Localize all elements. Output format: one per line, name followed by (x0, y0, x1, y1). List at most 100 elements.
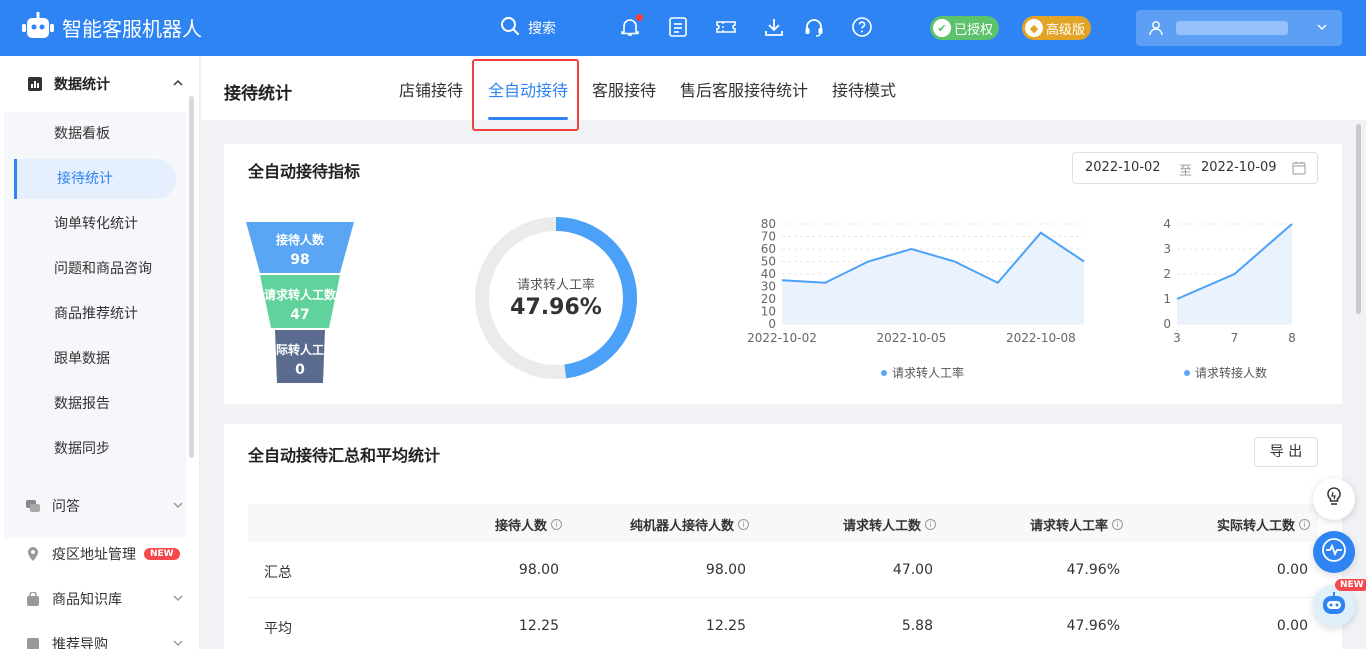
metrics-card: 全自动接待指标 2022-10-02 至 2022-10-09 接待人数 98 … (224, 144, 1342, 404)
y-tick-label: 1 (1163, 292, 1171, 306)
chat-icon (26, 499, 40, 513)
column-header: 接待人数 i (495, 515, 562, 534)
tips-button[interactable] (1313, 478, 1355, 520)
x-tick-label: 7 (1231, 331, 1239, 345)
date-separator: 至 (1179, 164, 1193, 179)
help-icon[interactable] (851, 16, 875, 40)
pulse-icon (1321, 537, 1347, 567)
sidebar-item-dashboard[interactable]: 数据看板 (4, 114, 186, 154)
sidebar-item-data-report[interactable]: 数据报告 (4, 384, 186, 424)
donut-label: 请求转人工率 (516, 278, 595, 293)
info-icon: i (925, 519, 936, 530)
guide-icon (26, 637, 40, 649)
bar-chart-icon (28, 77, 42, 91)
headset-icon[interactable] (803, 16, 827, 40)
chevron-up-icon[interactable] (172, 77, 184, 93)
shield-check-icon: ✔ (933, 19, 951, 37)
sidebar-item-follow-data[interactable]: 跟单数据 (4, 339, 186, 379)
date-range-picker[interactable]: 2022-10-02 至 2022-10-09 (1072, 152, 1318, 184)
monitor-button[interactable] (1313, 531, 1355, 573)
sidebar-item-question-product[interactable]: 问题和商品咨询 (4, 249, 186, 289)
column-header: 纯机器人接待人数 i (630, 515, 749, 534)
tier-badge[interactable]: ◆ 高级版 (1022, 16, 1092, 40)
table-row: 汇总 98.00 98.00 47.00 47.96% 0.00 (248, 542, 1318, 598)
user-menu[interactable] (1136, 10, 1342, 46)
sidebar-group-data-stats[interactable]: 数据统计 (0, 56, 186, 112)
column-header: 请求转人工数 i (843, 515, 936, 534)
y-tick-label: 50 (761, 255, 776, 269)
sidebar-item-label: 问答 (52, 499, 80, 515)
x-tick-label: 8 (1288, 331, 1296, 345)
legend-dot (881, 369, 887, 376)
sidebar-item-knowledge-base[interactable]: 商品知识库 (0, 577, 186, 621)
top-bar: 智能客服机器人 搜索 ✔ 已授权 ◆ 高级版 (0, 0, 1366, 56)
user-icon (1148, 20, 1164, 40)
page-header: 接待统计 店铺接待 全自动接待 客服接待 售后客服接待统计 接待模式 (201, 56, 1366, 131)
row-name: 汇总 (264, 565, 292, 581)
funnel-step-2: 请求转人工数 47 (244, 286, 356, 323)
y-tick-label: 20 (761, 292, 776, 306)
bag-icon (26, 591, 40, 606)
download-icon[interactable] (763, 16, 787, 40)
table-cell: 47.96% (1066, 562, 1120, 578)
sidebar-item-recommend-stats[interactable]: 商品推荐统计 (4, 294, 186, 334)
notification-dot (636, 14, 643, 21)
y-tick-label: 4 (1163, 217, 1171, 231)
lightbulb-icon (1324, 486, 1344, 512)
ticket-icon[interactable] (715, 16, 739, 40)
x-tick-label: 2022-10-08 (1006, 331, 1076, 345)
request-rate-chart: 01020304050607080 2022-10-02 2022-10-05 202… (747, 217, 1085, 345)
info-icon: i (738, 519, 749, 530)
sidebar-group-label: 数据统计 (54, 77, 110, 93)
table-cell: 47.00 (892, 562, 933, 578)
authorized-badge[interactable]: ✔ 已授权 (930, 16, 1000, 40)
y-tick-label: 0 (768, 317, 776, 331)
funnel-step-label: 请求转人工数 (263, 288, 336, 302)
chevron-down-icon (172, 637, 186, 649)
tier-label: 高级版 (1046, 22, 1086, 38)
sidebar-item-data-sync[interactable]: 数据同步 (4, 429, 186, 469)
y-tick-label: 0 (1163, 317, 1171, 331)
list-icon[interactable] (667, 16, 691, 40)
y-tick-label: 80 (761, 217, 776, 231)
main-scrollbar[interactable] (1356, 124, 1361, 314)
diamond-icon: ◆ (1025, 19, 1043, 37)
metrics-card-title: 全自动接待指标 (248, 162, 361, 181)
table-row: 平均 12.25 12.25 5.88 47.96% 0.00 (248, 598, 1318, 649)
sidebar-item-label: 商品知识库 (52, 592, 122, 608)
export-button[interactable]: 导 出 (1254, 437, 1318, 467)
column-header: 实际转人工数 i (1217, 515, 1310, 534)
tab-reception-mode[interactable]: 接待模式 (832, 77, 896, 101)
y-tick-label: 40 (761, 267, 776, 281)
funnel-step-label: 实际转人工数 (263, 343, 336, 357)
sidebar-item-reception-stats[interactable]: 接待统计 (14, 159, 176, 199)
sidebar-item-recommend-guide[interactable]: 推荐导购 (0, 622, 186, 649)
search-icon (500, 16, 520, 40)
transfer-count-chart: 0 1 2 3 4 3 7 8 (1163, 217, 1296, 345)
tab-store-reception[interactable]: 店铺接待 (399, 77, 463, 101)
x-tick-label: 2022-10-02 (747, 331, 817, 345)
y-tick-label: 3 (1163, 242, 1171, 256)
summary-card: 全自动接待汇总和平均统计 导 出 接待人数 i 纯机器人接待人数 i 请求转人工数 i… (224, 424, 1342, 649)
bell-icon[interactable] (619, 14, 643, 40)
x-tick-label: 3 (1173, 331, 1181, 345)
assistant-bot-button[interactable]: NEW (1313, 579, 1366, 627)
x-tick-label: 2022-10-05 (877, 331, 947, 345)
app-logo[interactable]: 智能客服机器人 (22, 12, 202, 42)
search-button[interactable]: 搜索 (500, 16, 556, 40)
sidebar-item-qa[interactable]: 问答 (0, 484, 186, 528)
date-from: 2022-10-02 (1085, 160, 1161, 175)
table-cell: 47.96% (1066, 618, 1120, 634)
sidebar-item-inquiry-conversion[interactable]: 询单转化统计 (4, 204, 186, 244)
info-icon: i (1112, 519, 1123, 530)
tab-agent-reception[interactable]: 客服接待 (592, 77, 656, 101)
chart2-legend: 请求转接人数 (1184, 364, 1267, 381)
sidebar-item-epidemic-address[interactable]: 疫区地址管理 NEW (0, 532, 186, 576)
table-cell: 12.25 (705, 618, 746, 634)
active-tab-highlight (472, 59, 579, 131)
table-cell: 5.88 (901, 618, 933, 634)
sidebar-scrollbar[interactable] (189, 96, 194, 458)
tab-after-sales-stats[interactable]: 售后客服接待统计 (680, 77, 808, 101)
info-icon: i (551, 519, 562, 530)
authorized-label: 已授权 (954, 22, 994, 38)
